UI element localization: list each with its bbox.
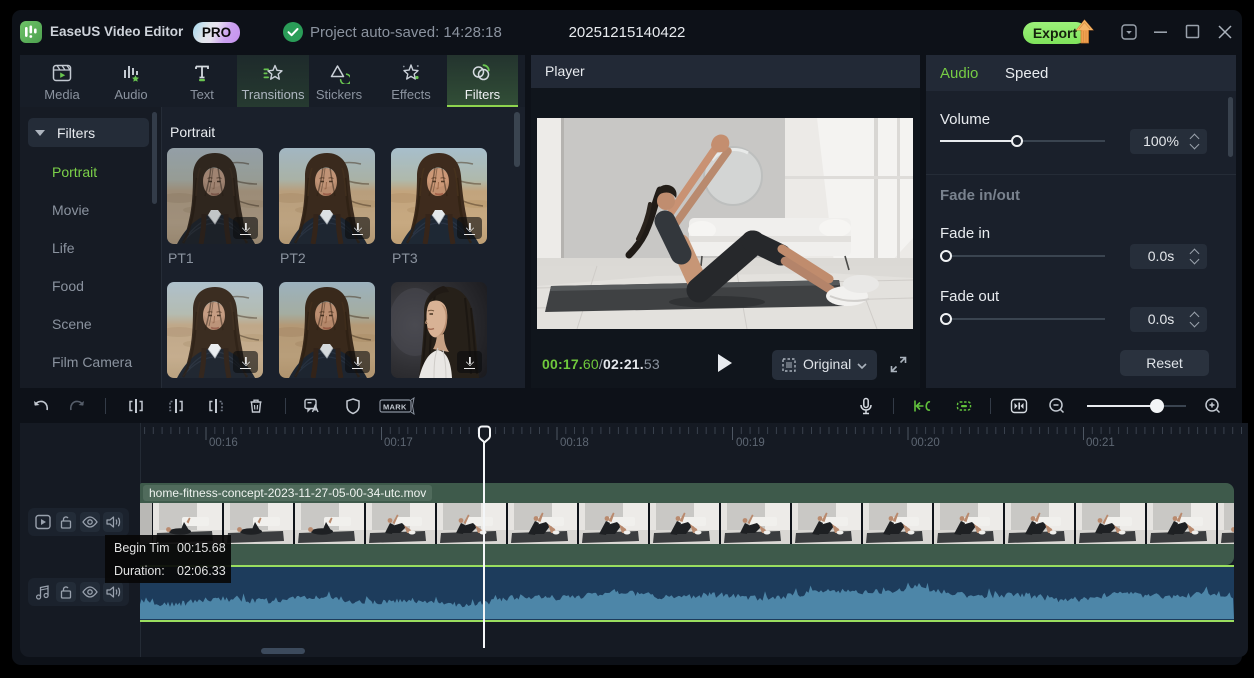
svg-text:00:20: 00:20	[911, 437, 940, 449]
svg-text:00:16: 00:16	[209, 437, 238, 449]
svg-text:MARK: MARK	[383, 403, 407, 412]
svg-text:00:19: 00:19	[736, 437, 765, 449]
svg-text:00:21: 00:21	[1086, 437, 1115, 449]
svg-text:00:17: 00:17	[384, 437, 413, 449]
svg-text:00:18: 00:18	[560, 437, 589, 449]
